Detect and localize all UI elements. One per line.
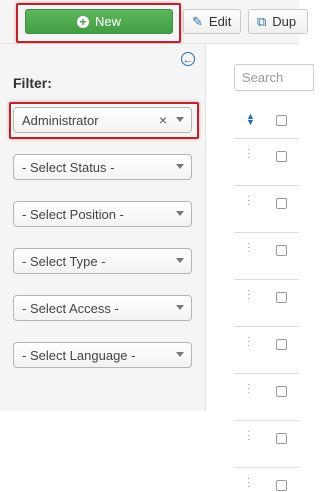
row-divider: [234, 326, 299, 327]
filter-heading: Filter:: [13, 75, 52, 91]
drag-handle-icon[interactable]: · · ·: [247, 380, 250, 398]
chevron-down-icon: [176, 164, 184, 169]
select-value: - Select Status -: [22, 159, 115, 175]
row-divider: [234, 232, 299, 233]
position-filter-select[interactable]: - Select Position -: [13, 201, 192, 227]
sort-icon[interactable]: ▲ ▼: [246, 112, 255, 127]
drag-handle-icon[interactable]: · · ·: [247, 192, 250, 210]
row-checkbox[interactable]: [276, 433, 287, 444]
select-value: - Select Language -: [22, 347, 136, 363]
row-divider: [234, 420, 299, 421]
type-filter-select[interactable]: - Select Type -: [13, 248, 192, 274]
search-placeholder: Search: [242, 70, 284, 85]
select-all-checkbox[interactable]: [276, 115, 287, 126]
duplicate-button-label: Dup: [272, 14, 297, 29]
edit-button-label: Edit: [208, 14, 232, 29]
toolbar: + New ✎ Edit ⧉ Dup: [0, 0, 308, 44]
select-value: - Select Type -: [22, 253, 106, 269]
row-checkbox[interactable]: [276, 386, 287, 397]
row-divider: [234, 138, 299, 139]
row-divider: [234, 185, 299, 186]
chevron-down-icon: [176, 211, 184, 216]
row-checkbox[interactable]: [276, 480, 287, 491]
search-input[interactable]: Search: [234, 64, 314, 91]
chevron-down-icon: [176, 305, 184, 310]
drag-handle-icon[interactable]: · · ·: [247, 239, 250, 257]
row-checkbox[interactable]: [276, 339, 287, 350]
row-divider: [234, 279, 299, 280]
drag-handle-icon[interactable]: · · ·: [247, 286, 250, 304]
row-checkbox[interactable]: [276, 245, 287, 256]
access-filter-select[interactable]: - Select Access -: [13, 295, 192, 321]
drag-handle-icon[interactable]: · · ·: [247, 333, 250, 351]
row-checkbox[interactable]: [276, 151, 287, 162]
duplicate-button[interactable]: ⧉ Dup: [248, 9, 308, 34]
status-filter-select[interactable]: - Select Status -: [13, 154, 192, 180]
row-divider: [234, 373, 299, 374]
edit-button[interactable]: ✎ Edit: [183, 9, 241, 34]
drag-handle-icon[interactable]: · · ·: [247, 427, 250, 445]
admin-filter-highlight: [9, 102, 199, 139]
chevron-down-icon: [176, 352, 184, 357]
drag-handle-icon[interactable]: · · ·: [247, 474, 250, 492]
select-value: - Select Position -: [22, 206, 124, 222]
row-divider: [234, 467, 299, 468]
row-checkbox[interactable]: [276, 292, 287, 303]
select-value: - Select Access -: [22, 300, 119, 316]
drag-handle-icon[interactable]: · · ·: [247, 145, 250, 163]
chevron-down-icon: [176, 258, 184, 263]
copy-icon: ⧉: [257, 13, 267, 29]
row-checkbox[interactable]: [276, 198, 287, 209]
language-filter-select[interactable]: - Select Language -: [13, 342, 192, 368]
new-button-highlight: [16, 3, 181, 43]
collapse-sidebar-icon[interactable]: ←: [181, 52, 195, 66]
edit-icon: ✎: [192, 13, 203, 29]
